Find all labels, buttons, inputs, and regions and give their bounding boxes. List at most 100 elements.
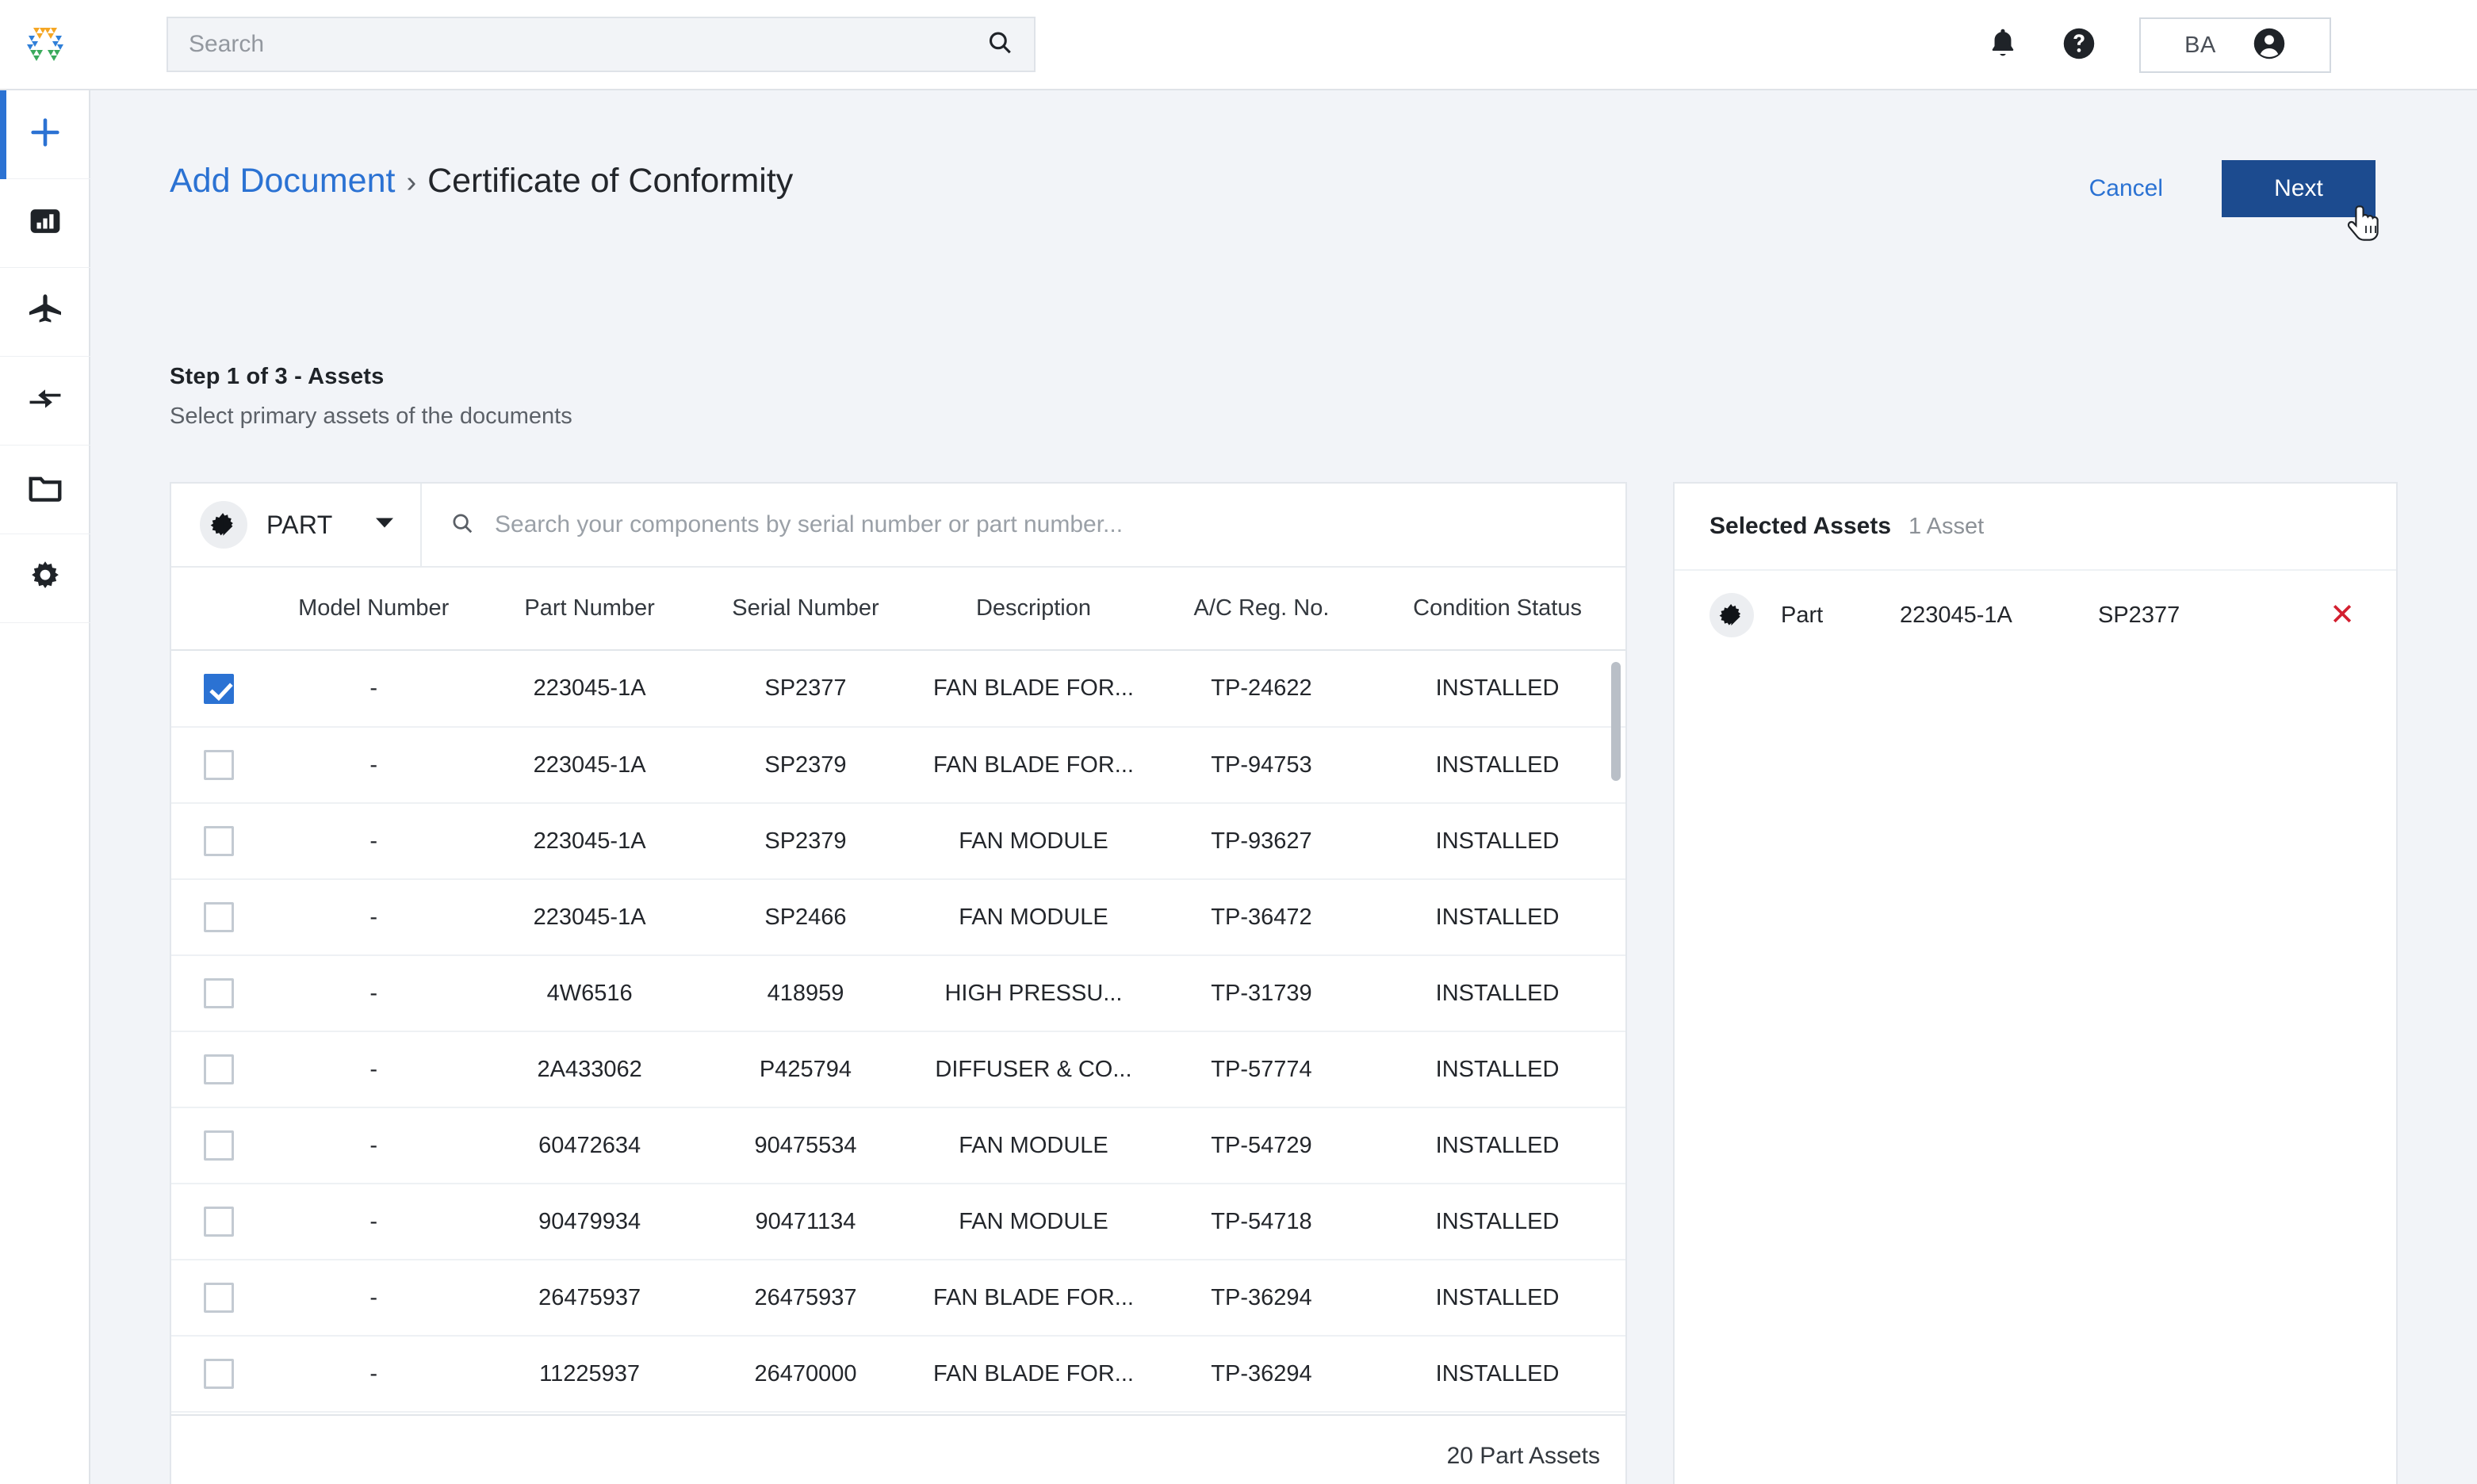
row-checkbox[interactable]	[203, 1054, 234, 1084]
selected-assets-header: Selected Assets 1 Asset	[1675, 484, 2396, 571]
cell-model: -	[266, 879, 482, 956]
table-row[interactable]: -223045-1A SP2379 FAN MODULE TP-93627 INSTAL…	[171, 803, 1625, 880]
cell-desc: FAN MODULE	[913, 1107, 1154, 1184]
row-select-cell[interactable]	[171, 651, 266, 728]
column-header-serial-number[interactable]: Serial Number	[697, 568, 914, 651]
account-menu[interactable]: BA	[2139, 17, 2331, 73]
table-row[interactable]: -223045-1A SP2377 FAN BLADE FOR... TP-24622…	[171, 651, 1625, 728]
close-x-icon[interactable]: ✕	[2330, 600, 2355, 630]
row-checkbox[interactable]	[203, 1207, 234, 1237]
row-checkbox[interactable]	[203, 1283, 234, 1313]
cell-serial: SP2379	[697, 727, 914, 804]
cell-desc: FAN BLADE FOR...	[913, 1336, 1154, 1413]
component-search-input[interactable]	[495, 511, 1625, 538]
table-row[interactable]: -2A433062 P425794 DIFFUSER & CO... TP-57774…	[171, 1031, 1625, 1108]
asset-table-footer: 20 Part Assets	[171, 1414, 1625, 1484]
component-search-box[interactable]	[422, 484, 1625, 566]
step-title: Step 1 of 3 - Assets	[170, 364, 385, 389]
cell-part: 223045-1A	[481, 727, 698, 804]
sidebar-item-transfers[interactable]	[0, 357, 90, 446]
app-logo[interactable]	[0, 0, 90, 90]
sidebar-item-add[interactable]	[0, 90, 90, 179]
row-select-cell[interactable]	[171, 1336, 266, 1413]
help-circle-icon	[2062, 27, 2096, 64]
table-row[interactable]: -60472634 90475534 FAN MODULE TP-54729 INSTA…	[171, 1107, 1625, 1184]
notifications-button[interactable]	[1965, 0, 2041, 90]
row-select-cell[interactable]	[171, 803, 266, 880]
table-row[interactable]: -223045-1A SP2379 FAN BLADE FOR... TP-94753…	[171, 727, 1625, 804]
asset-count-label: 20 Part Assets	[1446, 1443, 1600, 1469]
row-select-cell[interactable]	[171, 727, 266, 804]
row-checkbox[interactable]	[203, 750, 234, 780]
row-select-cell[interactable]	[171, 1107, 266, 1184]
column-header-condition-status[interactable]: Condition Status	[1369, 568, 1625, 651]
cell-part: 223045-1A	[481, 803, 698, 880]
help-button[interactable]	[2041, 0, 2117, 90]
global-search-input[interactable]	[189, 31, 1013, 58]
cell-desc: FAN MODULE	[913, 1184, 1154, 1260]
top-bar: BA	[0, 0, 2477, 90]
sidebar-item-dashboard[interactable]	[0, 179, 90, 268]
cell-cond: INSTALLED	[1369, 955, 1625, 1032]
step-subtitle: Select primary assets of the documents	[170, 404, 572, 429]
asset-type-label: PART	[266, 510, 333, 539]
table-row[interactable]: -4W6516 418959 HIGH PRESSU... TP-31739 INSTA…	[171, 955, 1625, 1032]
row-checkbox[interactable]	[203, 978, 234, 1008]
main-content: Add Document › Certificate of Conformity…	[90, 90, 2477, 1484]
account-circle-icon[interactable]	[2253, 27, 2286, 64]
cell-desc: FAN BLADE FOR...	[913, 727, 1154, 804]
table-vertical-scrollbar[interactable]	[1611, 662, 1621, 781]
row-checkbox[interactable]	[203, 826, 234, 856]
sidebar-item-aircraft[interactable]	[0, 268, 90, 357]
cell-acreg: TP-54729	[1153, 1107, 1370, 1184]
cell-desc: FAN MODULE	[913, 803, 1154, 880]
row-select-cell[interactable]	[171, 955, 266, 1032]
row-checkbox[interactable]	[203, 1359, 234, 1389]
cancel-button[interactable]: Cancel	[2069, 164, 2184, 213]
cell-cond: INSTALLED	[1369, 1184, 1625, 1260]
row-select-cell[interactable]	[171, 1260, 266, 1337]
chart-bar-icon	[29, 205, 62, 242]
cell-acreg: TP-36472	[1153, 879, 1370, 956]
sidebar-item-settings[interactable]	[0, 534, 90, 623]
transfer-arrows-icon	[27, 383, 63, 419]
column-header-description[interactable]: Description	[913, 568, 1154, 651]
column-header-ac-reg-no[interactable]: A/C Reg. No.	[1153, 568, 1370, 651]
breadcrumb: Add Document › Certificate of Conformity	[170, 162, 793, 201]
cell-desc: HIGH PRESSU...	[913, 955, 1154, 1032]
cell-serial: 26470000	[697, 1336, 914, 1413]
cell-cond: INSTALLED	[1369, 1107, 1625, 1184]
cell-model: -	[266, 1260, 482, 1337]
page-title: Certificate of Conformity	[427, 162, 794, 200]
global-search-box[interactable]	[167, 17, 1036, 72]
selected-assets-card: Selected Assets 1 Asset Part 223045-1A SP2…	[1673, 482, 2398, 1484]
table-row[interactable]: -11225937 26470000 FAN BLADE FOR... TP-3629…	[171, 1336, 1625, 1413]
asset-type-dropdown[interactable]: PART	[171, 484, 422, 566]
cell-acreg: TP-36294	[1153, 1260, 1370, 1337]
row-select-cell[interactable]	[171, 1031, 266, 1108]
table-row[interactable]: -223045-1A SP2466 FAN MODULE TP-36472 INSTAL…	[171, 879, 1625, 956]
next-button[interactable]: Next	[2222, 160, 2379, 241]
row-select-cell[interactable]	[171, 879, 266, 956]
cell-part: 2A433062	[481, 1031, 698, 1108]
cell-desc: FAN BLADE FOR...	[913, 651, 1154, 728]
cell-acreg: TP-54718	[1153, 1184, 1370, 1260]
row-checkbox[interactable]	[203, 902, 234, 932]
row-checkbox[interactable]	[203, 1130, 234, 1161]
table-row[interactable]: -26475937 26475937 FAN BLADE FOR... TP-3629…	[171, 1260, 1625, 1337]
column-header-part-number[interactable]: Part Number	[481, 568, 698, 651]
sidebar-item-documents[interactable]	[0, 446, 90, 534]
search-icon[interactable]	[986, 29, 1013, 60]
chevron-down-icon[interactable]	[376, 518, 393, 533]
row-select-cell[interactable]	[171, 1184, 266, 1260]
breadcrumb-link-add-document[interactable]: Add Document	[170, 162, 395, 201]
cell-serial: 90475534	[697, 1107, 914, 1184]
table-row[interactable]: -90479934 90471134 FAN MODULE TP-54718 INSTA…	[171, 1184, 1625, 1260]
top-bar-actions: BA	[1965, 0, 2477, 90]
step-indicator: Step 1 of 3 - Assets Select primary asse…	[170, 364, 572, 430]
column-header-model-number[interactable]: Model Number	[266, 568, 482, 651]
cell-desc: FAN MODULE	[913, 879, 1154, 956]
row-checkbox-checked[interactable]	[203, 673, 234, 704]
cell-model: -	[266, 1184, 482, 1260]
asset-table-header-table: Model Number Part Number Serial Number D…	[171, 568, 1625, 651]
